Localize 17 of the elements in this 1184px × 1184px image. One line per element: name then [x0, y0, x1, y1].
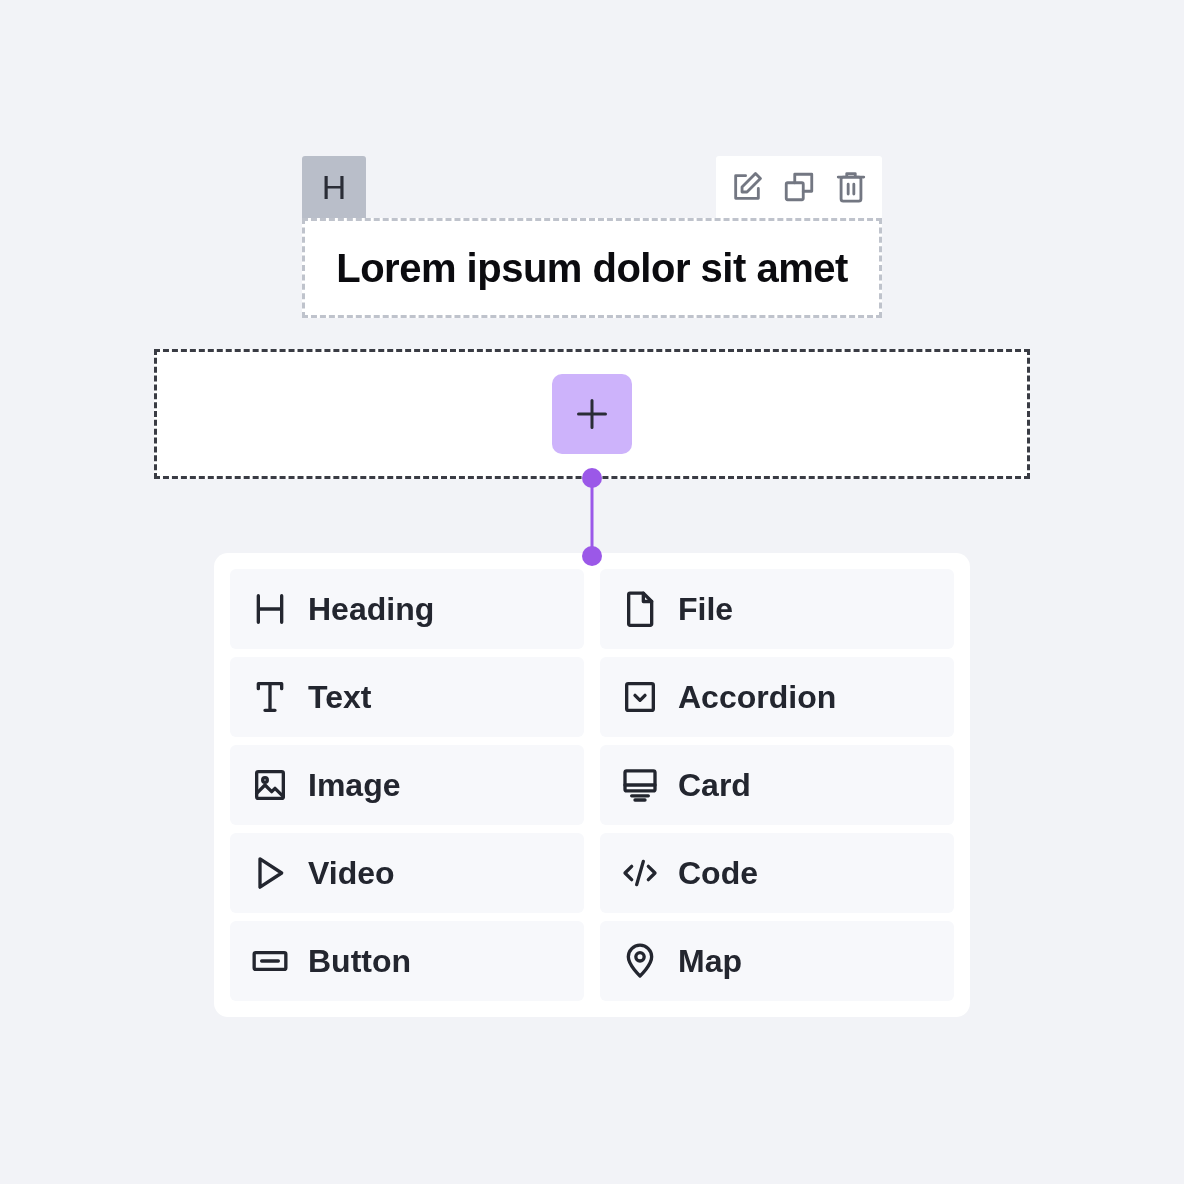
plus-icon: [574, 396, 610, 432]
heading-block[interactable]: Lorem ipsum dolor sit amet: [302, 218, 882, 318]
menu-item[interactable]: Accordion: [600, 657, 954, 737]
heading-tag: H: [302, 156, 366, 218]
menu-item[interactable]: Text: [230, 657, 584, 737]
heading-text: Lorem ipsum dolor sit amet: [336, 245, 848, 291]
delete-icon[interactable]: [834, 170, 868, 204]
menu-item[interactable]: Heading: [230, 569, 584, 649]
menu-item[interactable]: Video: [230, 833, 584, 913]
menu-item[interactable]: Card: [600, 745, 954, 825]
menu-item[interactable]: Button: [230, 921, 584, 1001]
menu-item[interactable]: Code: [600, 833, 954, 913]
menu-item[interactable]: Image: [230, 745, 584, 825]
add-button[interactable]: [552, 374, 632, 454]
copy-icon[interactable]: [782, 170, 816, 204]
menu-item[interactable]: Map: [600, 921, 954, 1001]
menu-item[interactable]: File: [600, 569, 954, 649]
